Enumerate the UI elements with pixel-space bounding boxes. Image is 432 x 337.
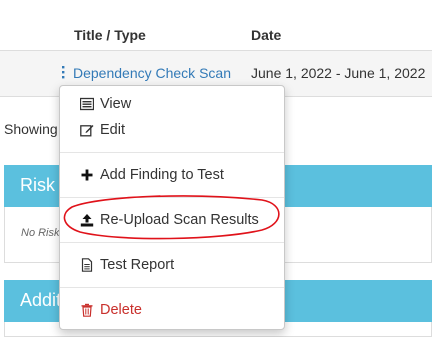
menu-item-edit[interactable]: Edit bbox=[60, 118, 284, 144]
test-title-link[interactable]: Dependency Check Scan bbox=[73, 65, 231, 81]
menu-item-view-label: View bbox=[100, 96, 132, 112]
plus-icon bbox=[80, 168, 94, 182]
menu-item-add-finding[interactable]: Add Finding to Test bbox=[60, 163, 284, 189]
column-header-date: Date bbox=[251, 27, 282, 43]
menu-divider bbox=[60, 242, 284, 243]
menu-item-delete-label: Delete bbox=[100, 302, 142, 318]
row-actions-dropdown: View Edit Add Finding to Test Re-Upload … bbox=[59, 85, 285, 330]
upload-icon bbox=[80, 213, 94, 227]
menu-divider bbox=[60, 152, 284, 153]
trash-icon bbox=[80, 303, 94, 317]
menu-item-reupload-label: Re-Upload Scan Results bbox=[100, 212, 259, 228]
menu-item-test-report-label: Test Report bbox=[100, 257, 175, 273]
pagination-showing-text: Showing bbox=[4, 121, 58, 137]
column-header-title-type: Title / Type bbox=[74, 27, 146, 43]
menu-item-reupload-scan-results[interactable]: Re-Upload Scan Results bbox=[60, 208, 284, 234]
menu-divider bbox=[60, 287, 284, 288]
menu-item-view[interactable]: View bbox=[60, 92, 284, 118]
menu-divider bbox=[60, 197, 284, 198]
list-icon bbox=[79, 97, 95, 111]
menu-item-delete[interactable]: Delete bbox=[60, 298, 284, 324]
menu-item-add-finding-label: Add Finding to Test bbox=[100, 167, 224, 183]
menu-item-test-report[interactable]: Test Report bbox=[60, 253, 284, 279]
menu-item-edit-label: Edit bbox=[100, 122, 125, 138]
file-icon bbox=[80, 258, 94, 272]
edit-icon bbox=[80, 123, 94, 137]
row-actions-kebab-icon[interactable] bbox=[58, 64, 68, 82]
test-date: June 1, 2022 - June 1, 2022 bbox=[251, 65, 426, 81]
